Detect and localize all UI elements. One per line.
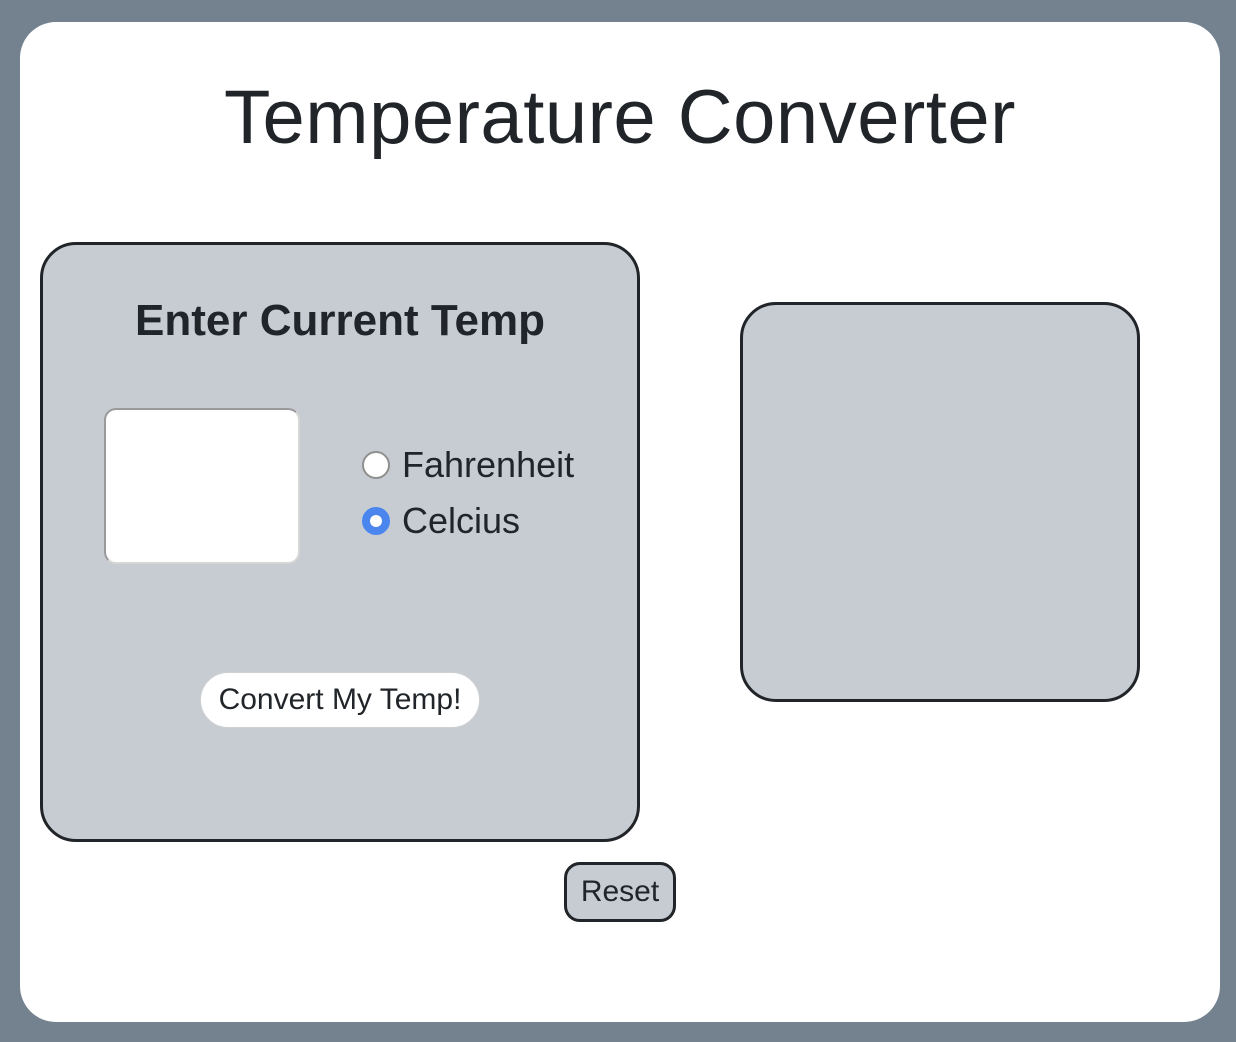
radio-selected-dot: [370, 515, 382, 527]
celcius-label: Celcius: [402, 500, 521, 541]
unit-option-fahrenheit[interactable]: Fahrenheit: [362, 444, 575, 485]
temperature-input-panel: Enter Current Temp Fahrenheit Celcius Co…: [40, 242, 640, 842]
input-panel-heading: Enter Current Temp: [135, 296, 545, 345]
celcius-radio[interactable]: [362, 507, 390, 535]
unit-option-celcius[interactable]: Celcius: [362, 500, 521, 541]
page-card: Temperature Converter Enter Current Temp…: [20, 22, 1220, 1022]
temperature-input[interactable]: [104, 408, 300, 564]
convert-button[interactable]: Convert My Temp!: [200, 672, 480, 728]
page-title: Temperature Converter: [224, 75, 1016, 160]
reset-button[interactable]: Reset: [564, 862, 676, 922]
result-panel: [740, 302, 1140, 702]
fahrenheit-radio[interactable]: [362, 451, 390, 479]
fahrenheit-label: Fahrenheit: [402, 444, 575, 485]
